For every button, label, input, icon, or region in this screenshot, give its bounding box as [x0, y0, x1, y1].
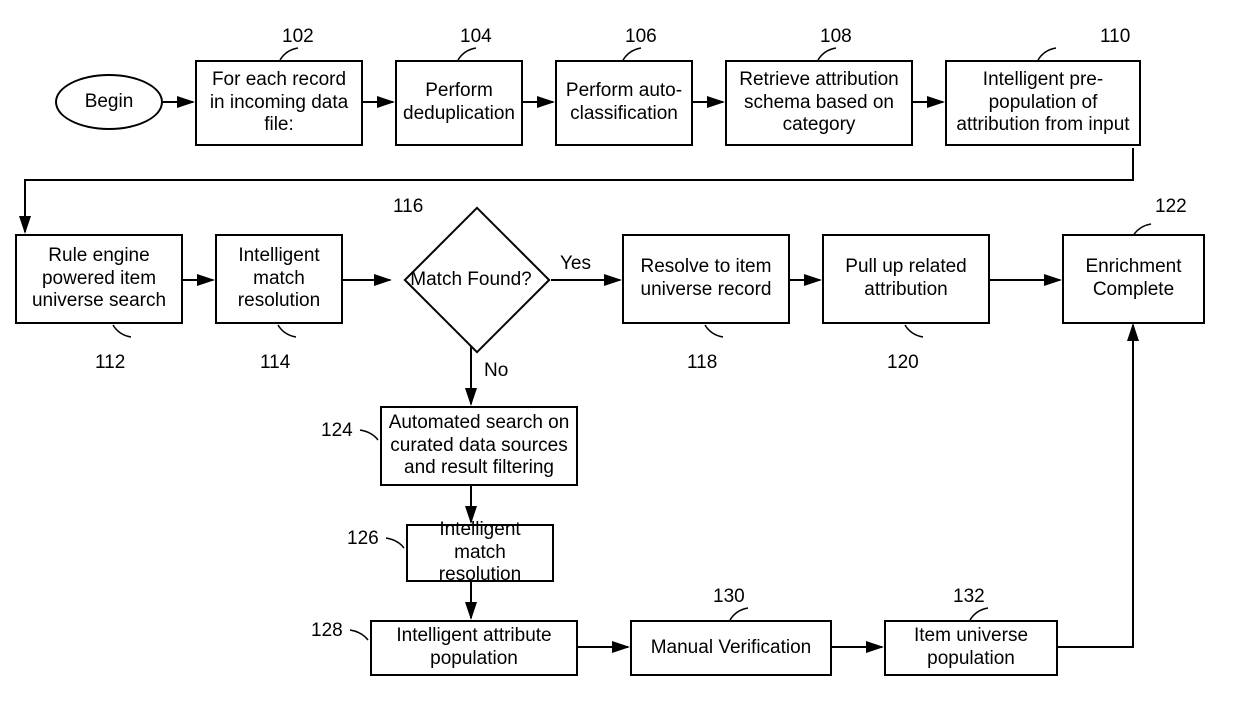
- node-118-label: Resolve to item universe record: [630, 256, 782, 302]
- edge-yes: Yes: [560, 253, 591, 275]
- node-120: Pull up related attribution: [822, 234, 990, 324]
- node-102: For each record in incoming data file:: [195, 60, 363, 146]
- node-122-label: Enrichment Complete: [1070, 256, 1197, 302]
- ref-122: 122: [1155, 196, 1187, 218]
- node-112: Rule engine powered item universe search: [15, 234, 183, 324]
- node-116-label: Match Found?: [410, 269, 531, 292]
- node-114-label: Intelligent match resolution: [223, 245, 335, 313]
- begin-label: Begin: [85, 91, 134, 114]
- ref-130: 130: [713, 586, 745, 608]
- ref-116: 116: [393, 196, 423, 218]
- node-104: Perform deduplication: [395, 60, 523, 146]
- node-108-label: Retrieve attribution schema based on cat…: [733, 69, 905, 137]
- node-120-label: Pull up related attribution: [830, 256, 982, 302]
- node-110-label: Intelligent pre-population of attributio…: [953, 69, 1133, 137]
- node-126-label: Intelligent match resolution: [414, 519, 546, 587]
- ref-110: 110: [1100, 26, 1130, 48]
- node-106-label: Perform auto-classification: [563, 80, 685, 126]
- node-112-label: Rule engine powered item universe search: [23, 245, 175, 313]
- node-132-label: Item universe population: [892, 625, 1050, 671]
- node-128-label: Intelligent attribute population: [378, 625, 570, 671]
- ref-106: 106: [625, 26, 657, 48]
- node-116: Match Found?: [391, 214, 551, 346]
- ref-102: 102: [282, 26, 314, 48]
- node-124-label: Automated search on curated data sources…: [388, 412, 570, 480]
- ref-104: 104: [460, 26, 492, 48]
- ref-118: 118: [687, 352, 717, 374]
- node-130-label: Manual Verification: [651, 637, 812, 660]
- ref-112: 112: [95, 352, 125, 374]
- node-130: Manual Verification: [630, 620, 832, 676]
- node-104-label: Perform deduplication: [403, 80, 515, 126]
- begin-node: Begin: [55, 74, 163, 130]
- node-132: Item universe population: [884, 620, 1058, 676]
- node-114: Intelligent match resolution: [215, 234, 343, 324]
- ref-108: 108: [820, 26, 852, 48]
- ref-120: 120: [887, 352, 919, 374]
- edge-no: No: [484, 360, 508, 382]
- node-122: Enrichment Complete: [1062, 234, 1205, 324]
- ref-114: 114: [260, 352, 290, 374]
- node-128: Intelligent attribute population: [370, 620, 578, 676]
- ref-132: 132: [953, 586, 985, 608]
- node-126: Intelligent match resolution: [406, 524, 554, 582]
- node-106: Perform auto-classification: [555, 60, 693, 146]
- node-102-label: For each record in incoming data file:: [203, 69, 355, 137]
- ref-126: 126: [347, 528, 379, 550]
- node-108: Retrieve attribution schema based on cat…: [725, 60, 913, 146]
- ref-128: 128: [311, 620, 343, 642]
- node-110: Intelligent pre-population of attributio…: [945, 60, 1141, 146]
- node-118: Resolve to item universe record: [622, 234, 790, 324]
- node-124: Automated search on curated data sources…: [380, 406, 578, 486]
- ref-124: 124: [321, 420, 353, 442]
